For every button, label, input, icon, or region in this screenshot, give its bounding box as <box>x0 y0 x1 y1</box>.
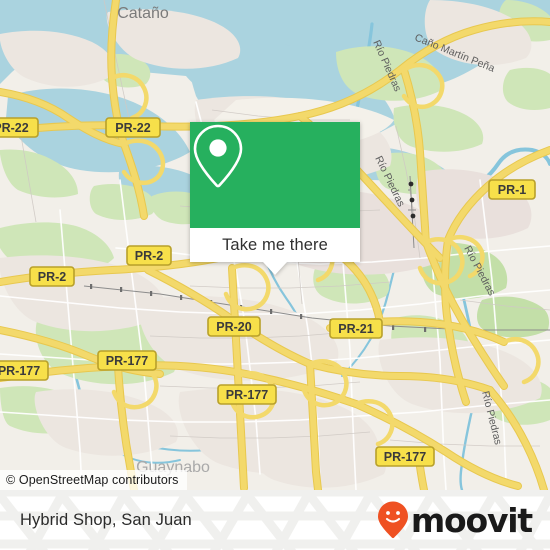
road-shield-pr1: PR-1 <box>488 179 536 200</box>
road-shield-pr22-a: PR-22 <box>0 117 39 138</box>
footer-bar: Hybrid Shop, San Juan moovit <box>0 490 550 550</box>
moovit-smiley-pin-icon <box>377 501 408 539</box>
svg-text:PR-21: PR-21 <box>338 322 373 336</box>
road-shield-pr22-b: PR-22 <box>105 117 161 138</box>
svg-text:PR-177: PR-177 <box>106 354 148 368</box>
svg-text:PR-2: PR-2 <box>135 249 164 263</box>
road-shield-pr177-a: PR-177 <box>97 350 157 371</box>
svg-text:PR-22: PR-22 <box>115 121 150 135</box>
svg-text:PR-177: PR-177 <box>226 388 268 402</box>
popup-icon-area <box>190 122 360 228</box>
attribution-text: © OpenStreetMap contributors <box>6 473 179 487</box>
popup-tail <box>263 262 287 275</box>
take-me-there-popup[interactable]: Take me there <box>190 122 360 275</box>
svg-text:PR-2: PR-2 <box>38 270 67 284</box>
road-shield-pr2-a: PR-2 <box>126 245 172 266</box>
popup-label: Take me there <box>190 228 360 262</box>
moovit-map-screenshot: .water { fill:#aad3df; } .park { fill:#c… <box>0 0 550 550</box>
map-canvas[interactable]: .water { fill:#aad3df; } .park { fill:#c… <box>0 0 550 490</box>
map-attribution[interactable]: © OpenStreetMap contributors <box>0 470 187 490</box>
moovit-wordmark: moovit <box>410 500 533 540</box>
road-shield-pr21: PR-21 <box>329 318 383 339</box>
svg-text:PR-1: PR-1 <box>498 183 527 197</box>
svg-text:PR-20: PR-20 <box>216 320 251 334</box>
place-label-catano: Cataño <box>117 5 169 22</box>
moovit-brand-logo[interactable]: moovit <box>376 490 533 550</box>
road-shield-pr20: PR-20 <box>207 316 261 337</box>
location-title: Hybrid Shop, San Juan <box>20 510 192 529</box>
road-shield-pr2-b: PR-2 <box>29 266 75 287</box>
svg-text:PR-22: PR-22 <box>0 121 29 135</box>
svg-text:PR-177: PR-177 <box>0 364 40 378</box>
road-shield-pr177-c: PR-177 <box>217 384 277 405</box>
map-pin-icon <box>193 124 243 188</box>
svg-text:PR-177: PR-177 <box>384 450 426 464</box>
road-shield-pr177-d: PR-177 <box>375 446 435 467</box>
road-shield-pr177-b: PR-177 <box>0 360 49 381</box>
